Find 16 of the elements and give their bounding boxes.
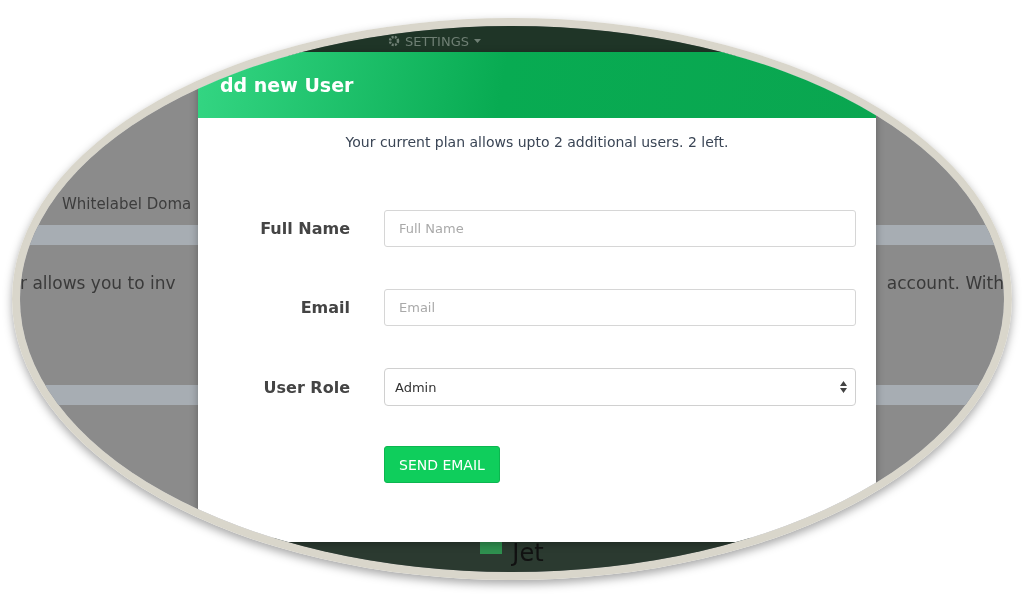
modal-title: dd new User: [220, 74, 354, 96]
role-select[interactable]: Admin: [384, 368, 856, 406]
plan-notice: Your current plan allows upto 2 additional users. 2 left.: [344, 134, 729, 150]
caret-icon: [474, 39, 481, 43]
field-label: User Role: [263, 377, 350, 397]
sort-arrows-icon: [840, 381, 847, 393]
field-label: Email: [300, 298, 350, 317]
input-field[interactable]: Full Name: [384, 210, 856, 247]
gear-icon: [388, 35, 400, 47]
tab-label[interactable]: Whitelabel Doma: [62, 195, 192, 213]
description-text: r allows you to inv: [20, 273, 176, 293]
description-text: account. With: [886, 273, 1004, 293]
settings-menu[interactable]: SETTINGS: [388, 33, 481, 49]
input-field[interactable]: Email: [384, 289, 856, 326]
send-email-button[interactable]: SEND EMAIL: [384, 446, 500, 483]
field-label: Full Name: [260, 219, 350, 238]
